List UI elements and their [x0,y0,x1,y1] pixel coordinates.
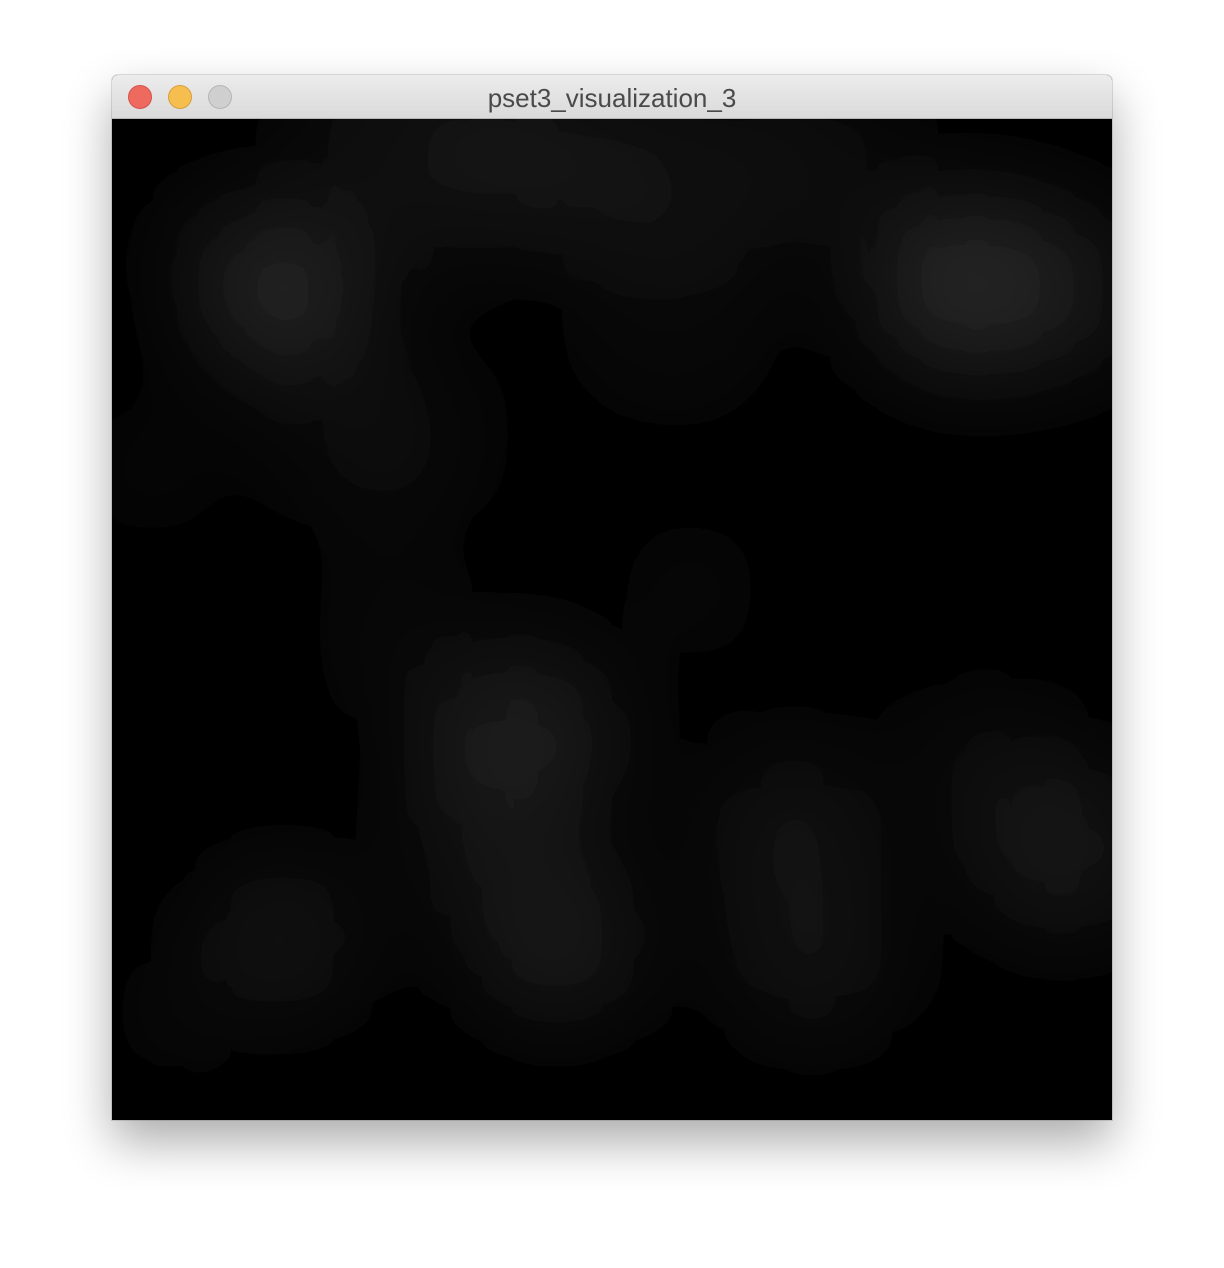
noise-field [112,119,1112,1119]
visualization-canvas[interactable] [112,119,1112,1119]
noise-blob [732,879,892,1039]
close-icon[interactable] [128,85,152,109]
minimize-icon[interactable] [168,85,192,109]
noise-blob [622,519,762,659]
noise-blob [912,689,1052,829]
noise-blob [482,864,632,1014]
noise-blob [212,869,352,1009]
title-bar[interactable]: pset3_visualization_3 [112,75,1112,119]
noise-blob [287,344,477,534]
zoom-icon[interactable] [208,85,232,109]
noise-blob [112,959,232,1079]
noise-blob [562,209,782,429]
app-window: pset3_visualization_3 [112,75,1112,1120]
window-title: pset3_visualization_3 [487,83,737,113]
noise-blob [162,189,282,309]
